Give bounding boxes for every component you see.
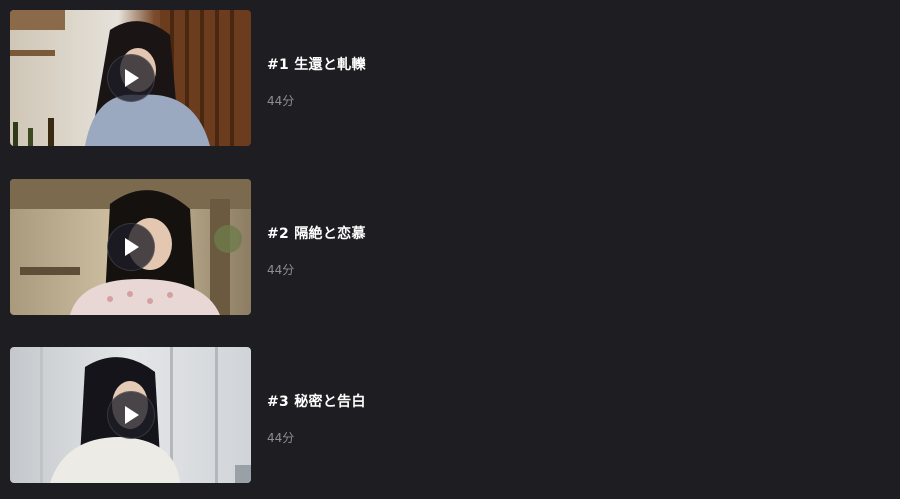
play-icon	[125, 238, 139, 256]
play-button-3[interactable]	[107, 391, 155, 439]
play-button-1[interactable]	[107, 54, 155, 102]
episode-item-3[interactable]: #3 秘密と告白 44分	[10, 347, 870, 483]
play-icon	[125, 69, 139, 87]
episode-duration: 44分	[267, 431, 295, 445]
episode-title[interactable]: #1 生還と軋轢	[267, 54, 366, 74]
play-button-2[interactable]	[107, 223, 155, 271]
episode-duration: 44分	[267, 94, 295, 108]
episode-info-1: #1 生還と軋轢 44分	[267, 10, 847, 146]
episode-title[interactable]: #3 秘密と告白	[267, 391, 366, 411]
episode-thumbnail-2[interactable]	[10, 179, 251, 315]
episode-duration: 44分	[267, 263, 295, 277]
episode-info-3: #3 秘密と告白 44分	[267, 347, 847, 483]
episode-item-2[interactable]: #2 隔絶と恋慕 44分	[10, 179, 870, 315]
episode-thumbnail-3[interactable]	[10, 347, 251, 483]
episode-title[interactable]: #2 隔絶と恋慕	[267, 223, 366, 243]
episode-info-2: #2 隔絶と恋慕 44分	[267, 179, 847, 315]
episode-thumbnail-1[interactable]	[10, 10, 251, 146]
play-icon	[125, 406, 139, 424]
episode-item-1[interactable]: #1 生還と軋轢 44分	[10, 10, 870, 146]
episode-list: #1 生還と軋轢 44分 #2 隔絶と恋慕 44分 #3 秘密と告白 44分	[0, 0, 900, 499]
